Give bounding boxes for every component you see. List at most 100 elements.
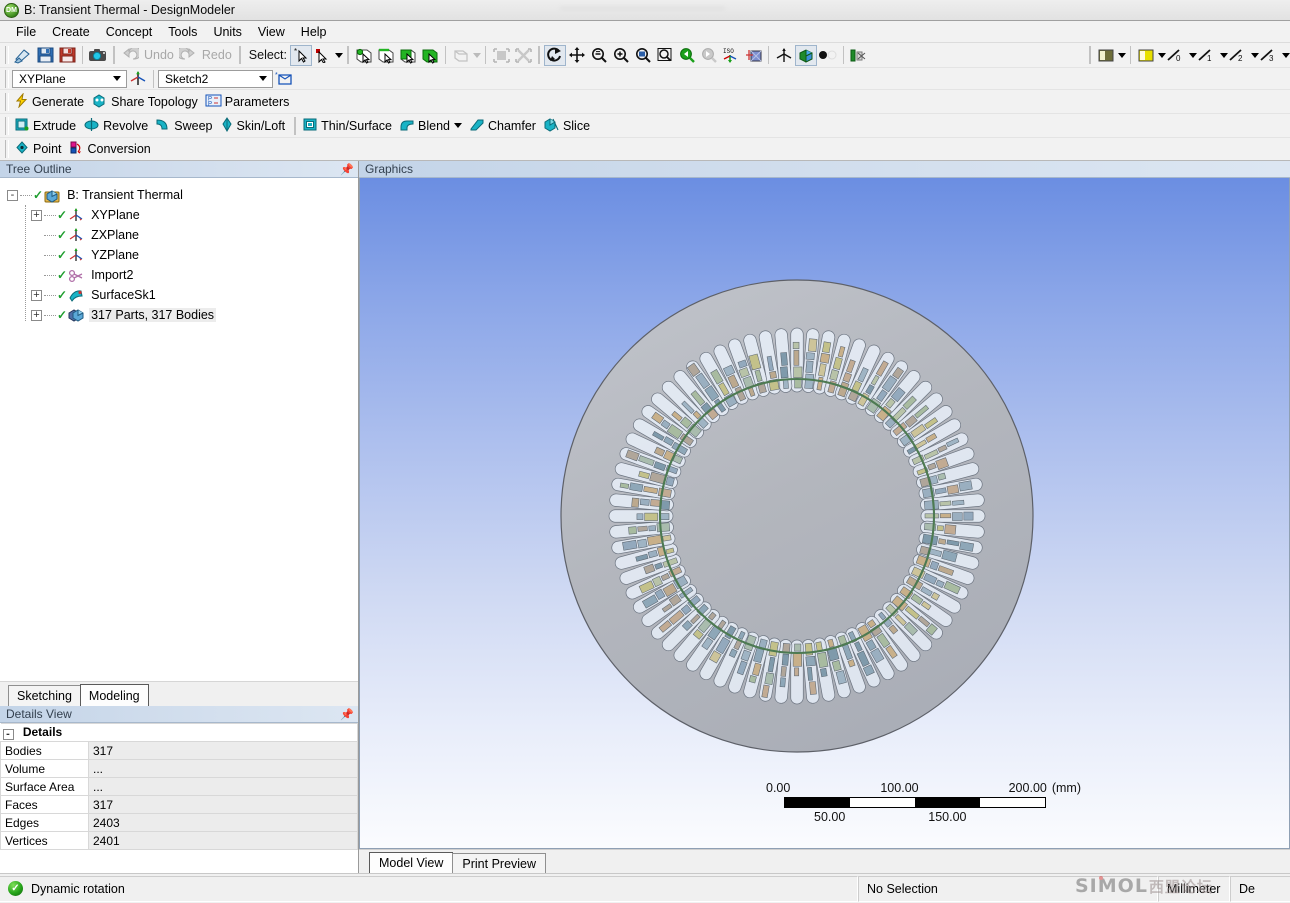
sweep-button[interactable]: Sweep xyxy=(153,115,217,136)
chevron-down-icon[interactable] xyxy=(473,52,481,58)
menu-item-tools[interactable]: Tools xyxy=(160,23,205,41)
table-row[interactable]: Surface Area ... xyxy=(0,777,358,796)
look-at-icon[interactable] xyxy=(742,45,764,66)
thickness-2-icon[interactable]: 2 xyxy=(1228,45,1250,66)
chevron-down-icon[interactable] xyxy=(1220,52,1228,58)
table-row[interactable]: Faces 317 xyxy=(0,795,358,814)
menu-item-concept[interactable]: Concept xyxy=(98,23,161,41)
select-body-icon[interactable] xyxy=(419,45,441,66)
tree-node-yzplane[interactable]: ✓ YZPlane xyxy=(7,245,357,265)
blend-button[interactable]: Blend xyxy=(397,115,467,136)
display-plane-icon[interactable] xyxy=(773,45,795,66)
toolbar-grip[interactable] xyxy=(5,116,9,135)
skin-loft-button[interactable]: Skin/Loft xyxy=(218,115,291,136)
tab-modeling[interactable]: Modeling xyxy=(79,684,149,706)
tree-node-transient-thermal[interactable]: - ✓ B: Transient Thermal xyxy=(7,185,357,205)
select-box-icon[interactable] xyxy=(312,45,334,66)
tree-node-zxplane[interactable]: ✓ ZXPlane xyxy=(7,225,357,245)
toolbar-grip[interactable] xyxy=(5,69,9,88)
expander-icon[interactable]: + xyxy=(31,289,42,301)
details-group-row[interactable]: - Details xyxy=(0,723,358,742)
select-single-icon[interactable]: * xyxy=(290,44,312,66)
share-topology-button[interactable]: Share Topology xyxy=(89,91,203,112)
new-plane-icon[interactable] xyxy=(127,68,149,89)
zoom-icon[interactable] xyxy=(588,45,610,66)
extend-to-adjacent-icon[interactable] xyxy=(512,45,534,66)
conversion-button[interactable]: Conversion xyxy=(67,139,156,160)
undo-icon[interactable] xyxy=(119,45,141,66)
expander-icon[interactable]: - xyxy=(7,189,18,201)
previous-view-icon[interactable] xyxy=(676,45,698,66)
menu-item-view[interactable]: View xyxy=(250,23,293,41)
box-zoom-icon[interactable] xyxy=(610,45,632,66)
select-vertex-icon[interactable] xyxy=(353,45,375,66)
select-face-icon[interactable] xyxy=(397,45,419,66)
iso-view-icon[interactable]: ISO xyxy=(720,45,742,66)
chevron-down-icon[interactable] xyxy=(1189,52,1197,58)
menu-item-create[interactable]: Create xyxy=(44,23,98,41)
slice-button[interactable]: Slice xyxy=(541,115,595,136)
graphics-viewport[interactable]: 0.00 100.00 200.00 (mm) 50.00 150.00 xyxy=(359,178,1290,849)
select-filter-icon[interactable] xyxy=(450,45,472,66)
expander-icon[interactable]: - xyxy=(2,728,14,740)
screenshot-icon[interactable] xyxy=(87,45,109,66)
next-view-icon[interactable] xyxy=(698,45,720,66)
new-icon[interactable] xyxy=(12,45,34,66)
thin-surface-button[interactable]: Thin/Surface xyxy=(300,115,397,136)
toolbar-grip[interactable] xyxy=(5,140,9,158)
chevron-down-icon[interactable] xyxy=(1118,52,1126,58)
table-row[interactable]: Edges 2403 xyxy=(0,813,358,832)
tree-outline[interactable]: - ✓ B: Transient Thermal + ✓ XYPlane ✓ Z… xyxy=(0,178,358,681)
edge-display-icon[interactable] xyxy=(848,45,870,66)
tree-node-parts-bodies[interactable]: + ✓ 317 Parts, 317 Bodies xyxy=(7,305,357,325)
pin-icon[interactable]: 📌 xyxy=(340,163,354,176)
chevron-down-icon[interactable] xyxy=(454,123,462,128)
chevron-down-icon[interactable] xyxy=(1282,52,1290,58)
chevron-down-icon[interactable] xyxy=(335,52,343,58)
point-display-icon[interactable] xyxy=(817,45,839,66)
plane-selector[interactable]: XYPlane xyxy=(12,69,127,88)
tab-sketching[interactable]: Sketching xyxy=(8,685,81,706)
tree-node-surfacesk1[interactable]: + ✓ SurfaceSk1 xyxy=(7,285,357,305)
rotate-icon[interactable] xyxy=(544,44,566,66)
expander-icon[interactable]: + xyxy=(31,309,42,321)
parameters-button[interactable]: PP Parameters xyxy=(203,91,295,112)
toolbar-grip[interactable] xyxy=(5,46,9,64)
sketch-selector[interactable]: Sketch2 xyxy=(158,69,273,88)
display-edges-icon[interactable] xyxy=(1095,45,1117,66)
display-model-icon[interactable] xyxy=(795,44,817,66)
thickness-3-icon[interactable]: 3 xyxy=(1259,45,1281,66)
expander-icon[interactable]: + xyxy=(31,209,42,221)
generate-button[interactable]: Generate xyxy=(12,91,89,112)
magnifier-icon[interactable] xyxy=(654,45,676,66)
pin-icon[interactable]: 📌 xyxy=(340,708,354,721)
save-as-icon[interactable] xyxy=(56,45,78,66)
extrude-button[interactable]: Extrude xyxy=(12,115,81,136)
table-row[interactable]: Vertices 2401 xyxy=(0,831,358,850)
extend-to-limits-icon[interactable] xyxy=(490,45,512,66)
chamfer-button[interactable]: Chamfer xyxy=(467,115,541,136)
save-icon[interactable] xyxy=(34,45,56,66)
tree-node-import2[interactable]: ✓ Import2 xyxy=(7,265,357,285)
revolve-button[interactable]: Revolve xyxy=(81,115,153,136)
menu-item-file[interactable]: File xyxy=(8,23,44,41)
tree-node-xyplane[interactable]: + ✓ XYPlane xyxy=(7,205,357,225)
thickness-0-icon[interactable]: 0 xyxy=(1166,45,1188,66)
point-button[interactable]: Point xyxy=(12,139,67,160)
menu-item-units[interactable]: Units xyxy=(205,23,249,41)
redo-icon[interactable] xyxy=(177,45,199,66)
new-sketch-icon[interactable]: * xyxy=(273,68,295,89)
zoom-to-fit-icon[interactable] xyxy=(632,45,654,66)
thickness-1-icon[interactable]: 1 xyxy=(1197,45,1219,66)
chevron-down-icon[interactable] xyxy=(1251,52,1259,58)
pan-icon[interactable] xyxy=(566,45,588,66)
display-faces-icon[interactable] xyxy=(1135,45,1157,66)
chevron-down-icon[interactable] xyxy=(1158,52,1166,58)
menu-item-help[interactable]: Help xyxy=(293,23,335,41)
select-edge-icon[interactable] xyxy=(375,45,397,66)
tab-print-preview[interactable]: Print Preview xyxy=(452,853,547,873)
toolbar-grip[interactable] xyxy=(5,92,9,111)
table-row[interactable]: Volume ... xyxy=(0,759,358,778)
table-row[interactable]: Bodies 317 xyxy=(0,741,358,760)
tab-model-view[interactable]: Model View xyxy=(369,852,454,873)
